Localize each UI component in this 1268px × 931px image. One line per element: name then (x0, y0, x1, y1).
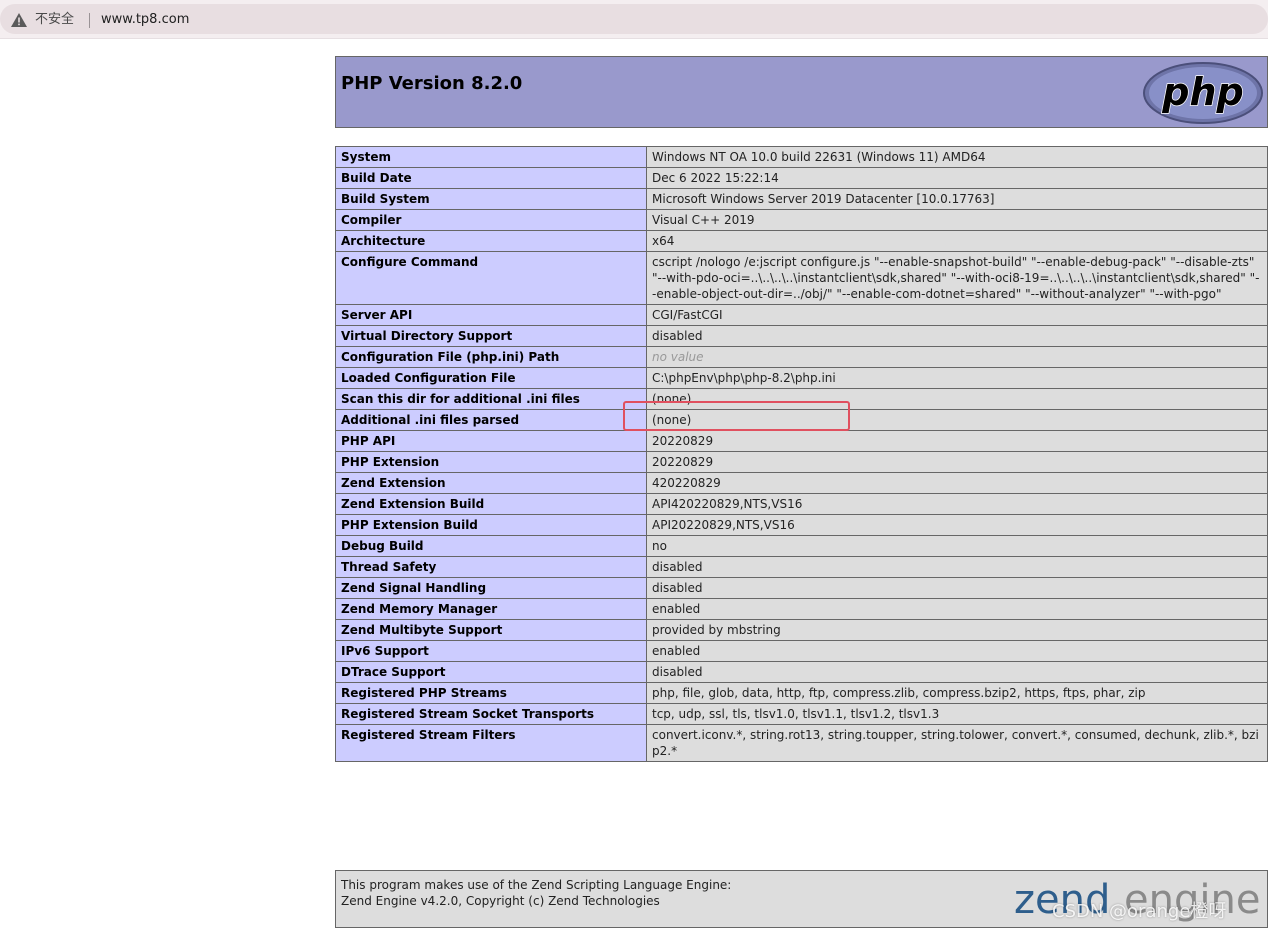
table-row: DTrace Support disabled (335, 661, 1268, 683)
row-value: disabled (646, 556, 1268, 578)
row-key: Virtual Directory Support (335, 325, 647, 347)
row-key: PHP API (335, 430, 647, 452)
row-value: 20220829 (646, 451, 1268, 473)
security-label[interactable]: 不安全 (35, 12, 74, 28)
row-value: disabled (646, 577, 1268, 599)
row-key: Build Date (335, 167, 647, 189)
row-value: Microsoft Windows Server 2019 Datacenter… (646, 188, 1268, 210)
table-row: Registered Stream Filters convert.iconv.*… (335, 724, 1268, 762)
row-value: no value (646, 346, 1268, 368)
table-row: Registered Stream Socket Transports tcp, … (335, 703, 1268, 725)
zend-footer-line2: Zend Engine v4.2.0, Copyright (c) Zend T… (341, 894, 660, 908)
row-key: Zend Signal Handling (335, 577, 647, 599)
php-logo-text: php (1161, 70, 1243, 114)
zend-footer-line1: This program makes use of the Zend Scrip… (341, 878, 732, 892)
browser-address-bar: 不安全 www.tp8.com (0, 0, 1268, 39)
php-version-header: PHP Version 8.2.0 php (335, 56, 1268, 128)
table-row: Zend Extension 420220829 (335, 472, 1268, 494)
table-row: Loaded Configuration File C:\phpEnv\php\p… (335, 367, 1268, 389)
table-row: IPv6 Support enabled (335, 640, 1268, 662)
omnibox[interactable]: 不安全 www.tp8.com (0, 4, 1268, 34)
table-row: Build Date Dec 6 2022 15:22:14 (335, 167, 1268, 189)
php-info-table: System Windows NT OA 10.0 build 22631 (Wi… (335, 146, 1268, 762)
row-key: Architecture (335, 230, 647, 252)
row-key: System (335, 146, 647, 168)
row-value: API20220829,NTS,VS16 (646, 514, 1268, 536)
row-value: cscript /nologo /e:jscript configure.js … (646, 251, 1268, 305)
table-row: Debug Build no (335, 535, 1268, 557)
row-value: provided by mbstring (646, 619, 1268, 641)
row-key: PHP Extension (335, 451, 647, 473)
row-key: PHP Extension Build (335, 514, 647, 536)
row-value: enabled (646, 598, 1268, 620)
table-row: Zend Multibyte Support provided by mbstri… (335, 619, 1268, 641)
row-key: Configure Command (335, 251, 647, 305)
row-key: Build System (335, 188, 647, 210)
table-row: Configure Command cscript /nologo /e:jscr… (335, 251, 1268, 305)
table-row: Thread Safety disabled (335, 556, 1268, 578)
row-key: Configuration File (php.ini) Path (335, 346, 647, 368)
row-key: Zend Extension Build (335, 493, 647, 515)
php-logo-icon[interactable]: php (1142, 61, 1264, 125)
row-key: Zend Extension (335, 472, 647, 494)
row-value: Windows NT OA 10.0 build 22631 (Windows … (646, 146, 1268, 168)
address-separator (89, 13, 90, 28)
row-value: convert.iconv.*, string.rot13, string.to… (646, 724, 1268, 762)
row-key: Registered Stream Filters (335, 724, 647, 762)
row-key: Thread Safety (335, 556, 647, 578)
table-row: Compiler Visual C++ 2019 (335, 209, 1268, 231)
row-value: x64 (646, 230, 1268, 252)
row-value: php, file, glob, data, http, ftp, compre… (646, 682, 1268, 704)
row-key: Compiler (335, 209, 647, 231)
watermark: CSDN @orange橙呀 (1052, 901, 1227, 922)
row-key: Zend Memory Manager (335, 598, 647, 620)
table-row: PHP Extension Build API20220829,NTS,VS16 (335, 514, 1268, 536)
row-value: 20220829 (646, 430, 1268, 452)
table-row: Zend Signal Handling disabled (335, 577, 1268, 599)
row-value: 420220829 (646, 472, 1268, 494)
row-key: Loaded Configuration File (335, 367, 647, 389)
row-key: Scan this dir for additional .ini files (335, 388, 647, 410)
row-value: tcp, udp, ssl, tls, tlsv1.0, tlsv1.1, tl… (646, 703, 1268, 725)
page-title: PHP Version 8.2.0 (341, 73, 523, 94)
row-value: disabled (646, 325, 1268, 347)
highlight-box (623, 401, 850, 431)
row-value: Visual C++ 2019 (646, 209, 1268, 231)
table-row: System Windows NT OA 10.0 build 22631 (Wi… (335, 146, 1268, 168)
row-value: API420220829,NTS,VS16 (646, 493, 1268, 515)
table-row: PHP Extension 20220829 (335, 451, 1268, 473)
row-value: enabled (646, 640, 1268, 662)
table-row: PHP API 20220829 (335, 430, 1268, 452)
row-key: Registered PHP Streams (335, 682, 647, 704)
row-value: no (646, 535, 1268, 557)
row-value: CGI/FastCGI (646, 304, 1268, 326)
table-row: Zend Extension Build API420220829,NTS,VS1… (335, 493, 1268, 515)
table-row: Zend Memory Manager enabled (335, 598, 1268, 620)
row-key: Server API (335, 304, 647, 326)
row-key: Debug Build (335, 535, 647, 557)
row-key: DTrace Support (335, 661, 647, 683)
row-value: Dec 6 2022 15:22:14 (646, 167, 1268, 189)
table-row: Configuration File (php.ini) Path no valu… (335, 346, 1268, 368)
row-key: Additional .ini files parsed (335, 409, 647, 431)
zend-footer-text: This program makes use of the Zend Scrip… (341, 877, 731, 909)
no-value-text: no value (652, 350, 704, 364)
url-text[interactable]: www.tp8.com (101, 12, 189, 28)
table-row: Architecture x64 (335, 230, 1268, 252)
row-value: disabled (646, 661, 1268, 683)
warning-icon[interactable] (10, 11, 28, 29)
row-key: Zend Multibyte Support (335, 619, 647, 641)
table-row: Virtual Directory Support disabled (335, 325, 1268, 347)
row-value: C:\phpEnv\php\php-8.2\php.ini (646, 367, 1268, 389)
table-row: Registered PHP Streams php, file, glob, d… (335, 682, 1268, 704)
row-key: Registered Stream Socket Transports (335, 703, 647, 725)
table-row: Server API CGI/FastCGI (335, 304, 1268, 326)
table-row: Build System Microsoft Windows Server 201… (335, 188, 1268, 210)
row-key: IPv6 Support (335, 640, 647, 662)
